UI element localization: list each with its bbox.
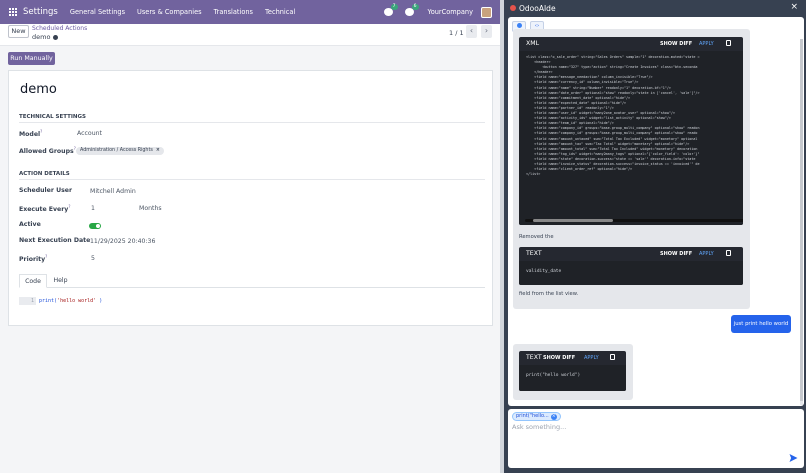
context-chip-label: print("hello... bbox=[516, 413, 549, 419]
chat-scrollbar[interactable] bbox=[800, 39, 803, 405]
code-card-header: TEXT SHOW DIFF APPLY bbox=[519, 351, 626, 364]
show-diff-button[interactable]: SHOW DIFF bbox=[660, 41, 692, 47]
xml-code: <list class="o_sale_order" string="Sales… bbox=[526, 55, 743, 177]
panel-title: OdooAIde bbox=[519, 4, 556, 13]
group-tag-label: Administration / Access Rights bbox=[80, 148, 153, 153]
menu-technical[interactable]: Technical bbox=[265, 8, 295, 16]
user-message: just print hello world bbox=[731, 315, 791, 333]
menu-general-settings[interactable]: General Settings bbox=[70, 8, 125, 16]
menu-users-companies[interactable]: Users & Companies bbox=[137, 8, 202, 16]
assistant-text: field from the list view. bbox=[519, 291, 579, 297]
horizontal-scrollbar[interactable] bbox=[525, 219, 743, 222]
show-diff-button[interactable]: SHOW DIFF bbox=[660, 251, 692, 257]
code-language: XML bbox=[526, 40, 540, 47]
interval-type-select[interactable]: Months bbox=[139, 205, 162, 212]
assistant-text: Removed the bbox=[519, 234, 554, 240]
company-switcher[interactable]: YourCompany bbox=[428, 8, 473, 16]
tab-help[interactable]: Help bbox=[47, 274, 74, 288]
group-tag: Administration / Access Rights × bbox=[76, 147, 164, 155]
code-card-header: TEXT SHOW DIFF APPLY bbox=[519, 247, 743, 260]
next-execution-field[interactable]: 11/29/2025 20:40:36 bbox=[90, 238, 155, 245]
apps-menu-icon[interactable] bbox=[9, 8, 17, 16]
pager-previous-button[interactable]: ‹ bbox=[466, 25, 477, 38]
record-name[interactable]: demo bbox=[20, 82, 57, 97]
breadcrumb-current-label: demo bbox=[32, 33, 51, 41]
ai-side-panel: OdooAIde × ‹› XML SHOW DIFF APPLY <list … bbox=[504, 0, 806, 473]
code-text: print("hello world") bbox=[526, 373, 581, 378]
navbar: Settings General Settings Users & Compan… bbox=[0, 0, 500, 24]
code-body: print("hello world") bbox=[519, 365, 626, 391]
run-manually-button[interactable]: Run Manually bbox=[8, 52, 55, 65]
code-text: validity_date bbox=[526, 269, 562, 274]
apply-button[interactable]: APPLY bbox=[584, 355, 599, 361]
activity-clock-icon[interactable]: 6 bbox=[404, 4, 419, 16]
next-execution-label: Next Execution Date bbox=[19, 237, 91, 244]
new-button[interactable]: New bbox=[8, 25, 29, 38]
code-card-header: XML SHOW DIFF APPLY bbox=[519, 37, 743, 50]
model-field[interactable]: Account bbox=[77, 130, 102, 137]
odooaide-logo-icon bbox=[510, 5, 516, 11]
scheduler-user-label: Scheduler User bbox=[19, 187, 73, 194]
chat-history: ‹› XML SHOW DIFF APPLY <list class="o_sa… bbox=[508, 17, 804, 406]
pager-value[interactable]: 1 / 1 bbox=[449, 29, 464, 37]
assistant-message: TEXT SHOW DIFF APPLY print("hello world"… bbox=[513, 344, 633, 400]
show-diff-button[interactable]: SHOW DIFF bbox=[543, 355, 575, 361]
user-avatar[interactable] bbox=[481, 6, 492, 18]
code-fn: print( bbox=[39, 298, 58, 304]
chat-icon[interactable]: 7 bbox=[383, 4, 398, 16]
gear-icon[interactable] bbox=[53, 34, 59, 40]
text-code-card: TEXT SHOW DIFF APPLY print("hello world"… bbox=[519, 351, 626, 391]
form-sheet: demo TECHNICAL SETTINGS Model? Account A… bbox=[8, 70, 493, 326]
copy-icon[interactable] bbox=[610, 354, 615, 360]
priority-field[interactable]: 5 bbox=[91, 255, 95, 262]
assistant-message: XML SHOW DIFF APPLY <list class="o_sale_… bbox=[513, 29, 750, 309]
priority-label: Priority? bbox=[19, 254, 48, 264]
chat-badge: 7 bbox=[390, 4, 398, 10]
context-chip: print("hello... × bbox=[512, 412, 561, 421]
model-label: Model? bbox=[19, 129, 43, 139]
breadcrumb-parent[interactable]: Scheduled Actions bbox=[32, 25, 87, 32]
interval-number-field[interactable]: 1 bbox=[91, 205, 95, 212]
remove-tag-icon[interactable]: × bbox=[156, 148, 160, 153]
odoo-app: Settings General Settings Users & Compan… bbox=[0, 0, 500, 473]
line-number: 1 bbox=[19, 297, 36, 305]
copy-icon[interactable] bbox=[726, 40, 731, 46]
pager-next-button[interactable]: › bbox=[481, 25, 492, 38]
tab-code[interactable]: Code bbox=[19, 274, 47, 288]
remove-chip-icon[interactable]: × bbox=[550, 414, 557, 420]
chat-input[interactable]: Ask something... bbox=[512, 423, 566, 431]
active-toggle[interactable] bbox=[89, 223, 101, 229]
code-language: TEXT bbox=[526, 354, 542, 361]
breadcrumb-current: demo bbox=[32, 33, 59, 41]
execute-every-label: Execute Every? bbox=[19, 204, 71, 214]
text-code-card: TEXT SHOW DIFF APPLY validity_date bbox=[519, 247, 743, 285]
notebook-tabs: Code Help bbox=[19, 274, 485, 288]
action-details-title: ACTION DETAILS bbox=[19, 171, 70, 177]
copy-icon[interactable] bbox=[726, 250, 731, 256]
panel-header: OdooAIde × bbox=[504, 0, 806, 17]
technical-settings-title: TECHNICAL SETTINGS bbox=[19, 114, 86, 120]
activity-badge: 6 bbox=[411, 4, 419, 10]
active-label: Active bbox=[19, 221, 41, 228]
section-divider bbox=[19, 122, 485, 123]
close-panel-button[interactable]: × bbox=[790, 2, 798, 12]
code-close: ) bbox=[99, 298, 103, 304]
control-panel: New Scheduled Actions demo 1 / 1 ‹ › bbox=[0, 24, 500, 46]
code-body: <list class="o_sale_order" string="Sales… bbox=[519, 51, 743, 225]
xml-code-line: </list> bbox=[526, 172, 541, 177]
menu-translations[interactable]: Translations bbox=[214, 8, 253, 16]
code-editor[interactable]: 1 print('hello world') bbox=[19, 297, 485, 305]
section-divider bbox=[19, 179, 485, 180]
code-body: validity_date bbox=[519, 261, 743, 285]
apply-button[interactable]: APPLY bbox=[699, 41, 714, 47]
apply-button[interactable]: APPLY bbox=[699, 251, 714, 257]
allowed-groups-label: Allowed Groups? bbox=[19, 146, 76, 156]
chat-input-area: print("hello... × Ask something... bbox=[508, 409, 804, 468]
app-name[interactable]: Settings bbox=[23, 7, 58, 17]
code-language: TEXT bbox=[526, 250, 542, 257]
code-string: 'hello world' bbox=[57, 298, 97, 304]
xml-code-card: XML SHOW DIFF APPLY <list class="o_sale_… bbox=[519, 37, 743, 225]
scheduler-user-field[interactable]: Mitchell Admin bbox=[90, 188, 136, 195]
send-icon[interactable] bbox=[789, 454, 798, 462]
